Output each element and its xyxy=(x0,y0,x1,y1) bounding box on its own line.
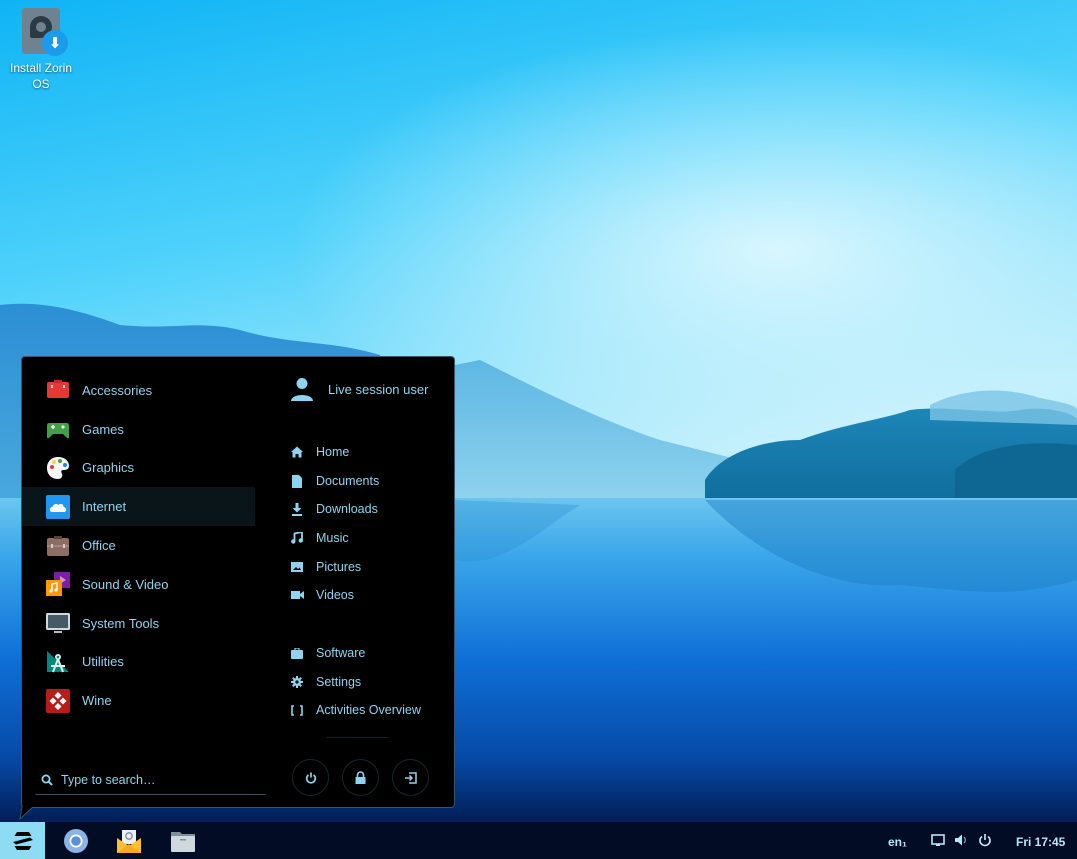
picture-icon xyxy=(290,560,304,574)
search-input[interactable] xyxy=(61,772,251,787)
mail-icon xyxy=(117,830,141,853)
system-label: Settings xyxy=(316,675,362,689)
cloud-icon xyxy=(46,494,70,519)
video-icon xyxy=(290,588,304,602)
place-home[interactable]: Home xyxy=(290,441,349,463)
user-account-button[interactable]: Live session user xyxy=(290,377,428,401)
category-utilities[interactable]: Utilities xyxy=(22,643,255,682)
clock[interactable]: Fri 17:45 xyxy=(1016,835,1065,849)
category-label: Accessories xyxy=(82,382,153,398)
system-software[interactable]: Software xyxy=(290,642,365,664)
desktop-icon-install-zorin-os[interactable]: ⬇ Install Zorin OS xyxy=(4,6,78,92)
category-label: Games xyxy=(82,421,124,437)
gear-icon xyxy=(290,675,304,689)
category-label: Office xyxy=(82,538,116,554)
place-label: Videos xyxy=(316,588,354,602)
music-icon xyxy=(290,531,304,545)
category-system-tools[interactable]: System Tools xyxy=(22,604,255,643)
wine-icon xyxy=(46,688,70,713)
search-box[interactable] xyxy=(35,765,266,795)
power-icon xyxy=(305,772,316,784)
category-label: Graphics xyxy=(82,460,135,476)
logout-icon xyxy=(405,771,417,784)
place-videos[interactable]: Videos xyxy=(290,584,354,606)
drive-download-icon: ⬇ xyxy=(22,6,68,56)
category-label: Internet xyxy=(82,499,127,515)
place-label: Downloads xyxy=(316,502,378,516)
utilities-icon xyxy=(46,650,70,674)
zorin-menu-button[interactable] xyxy=(0,822,45,859)
category-label: Wine xyxy=(82,693,112,709)
gamepad-icon xyxy=(46,417,70,441)
place-label: Pictures xyxy=(316,560,362,574)
chromium-icon xyxy=(64,829,88,853)
accessories-icon xyxy=(46,378,70,402)
software-icon xyxy=(290,646,304,660)
place-label: Home xyxy=(316,445,350,459)
download-icon xyxy=(290,502,304,516)
category-accessories[interactable]: Accessories xyxy=(22,371,255,410)
place-pictures[interactable]: Pictures xyxy=(290,556,361,578)
user-icon xyxy=(291,378,313,401)
media-icon xyxy=(46,572,70,597)
taskbar-files[interactable] xyxy=(168,826,198,856)
lock-icon xyxy=(355,771,366,784)
place-downloads[interactable]: Downloads xyxy=(290,498,378,520)
category-label: System Tools xyxy=(82,615,160,631)
start-menu: Accessories Games Graphics Internet Offi… xyxy=(21,356,455,808)
category-graphics[interactable]: Graphics xyxy=(22,449,255,488)
volume-icon[interactable] xyxy=(954,833,968,847)
power-icon[interactable] xyxy=(978,833,992,847)
place-label: Documents xyxy=(316,474,380,488)
taskbar: en₁ Fri 17:45 xyxy=(0,822,1077,859)
palette-icon xyxy=(46,456,70,480)
category-games[interactable]: Games xyxy=(22,410,255,449)
monitor-icon xyxy=(46,611,70,635)
logout-button[interactable] xyxy=(392,759,429,796)
display-icon[interactable] xyxy=(931,833,945,847)
system-settings[interactable]: Settings xyxy=(290,671,361,693)
system-activities-overview[interactable]: Activities Overview xyxy=(290,699,421,721)
briefcase-icon xyxy=(46,534,70,558)
taskbar-mail[interactable] xyxy=(114,826,144,856)
home-icon xyxy=(290,445,304,459)
category-label: Sound & Video xyxy=(82,576,169,592)
system-label: Software xyxy=(316,646,366,660)
menu-pointer xyxy=(19,806,34,820)
category-label: Utilities xyxy=(82,654,124,670)
category-internet[interactable]: Internet xyxy=(22,487,255,527)
activities-icon xyxy=(290,703,304,717)
lock-button[interactable] xyxy=(342,759,379,796)
desktop-icon-label: Install Zorin OS xyxy=(9,61,73,91)
category-list: Accessories Games Graphics Internet Offi… xyxy=(22,371,255,720)
document-icon xyxy=(290,474,304,488)
category-sound-video[interactable]: Sound & Video xyxy=(22,565,255,604)
keyboard-layout[interactable]: en₁ xyxy=(888,835,907,849)
folder-icon xyxy=(171,832,195,852)
zorin-logo-icon xyxy=(12,831,33,850)
place-label: Music xyxy=(316,531,349,545)
taskbar-chromium[interactable] xyxy=(61,826,91,856)
category-wine[interactable]: Wine xyxy=(22,681,255,720)
place-music[interactable]: Music xyxy=(290,527,349,549)
category-office[interactable]: Office xyxy=(22,526,255,565)
search-icon xyxy=(41,774,53,786)
power-button[interactable] xyxy=(292,759,329,796)
separator xyxy=(327,737,389,738)
system-label: Activities Overview xyxy=(316,703,421,717)
user-name: Live session user xyxy=(328,381,429,397)
place-documents[interactable]: Documents xyxy=(290,470,379,492)
